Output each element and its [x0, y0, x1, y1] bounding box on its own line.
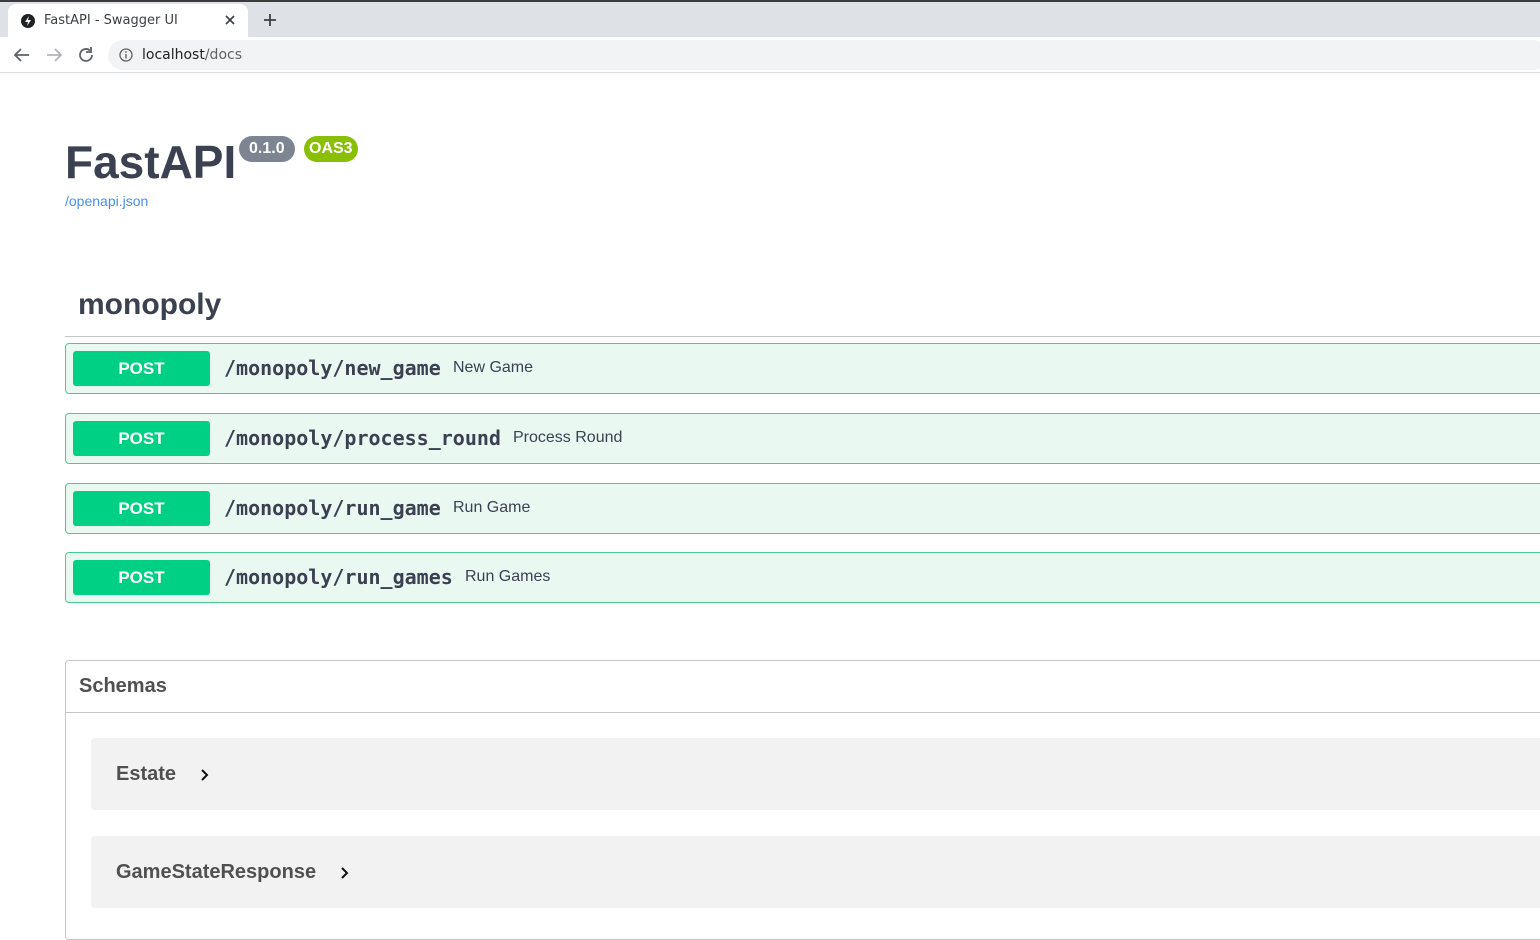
operation-run-game[interactable]: POST /monopoly/run_game Run Game	[65, 483, 1540, 534]
operation-summary: New Game	[453, 359, 534, 376]
site-info-icon[interactable]	[119, 48, 133, 62]
reload-icon[interactable]	[75, 44, 97, 66]
tab-title: FastAPI - Swagger UI	[44, 13, 178, 28]
browser-tab[interactable]: FastAPI - Swagger UI	[8, 4, 248, 37]
model-estate[interactable]: Estate	[91, 738, 1540, 810]
method-badge: POST	[73, 491, 210, 526]
back-arrow-icon[interactable]	[11, 44, 33, 66]
operation-path: /monopoly/process_round	[224, 426, 501, 450]
operation-run-games[interactable]: POST /monopoly/run_games Run Games	[65, 552, 1540, 603]
method-badge: POST	[73, 560, 210, 595]
fastapi-favicon-icon	[21, 14, 35, 28]
forward-arrow-icon[interactable]	[43, 44, 65, 66]
close-tab-icon[interactable]	[222, 12, 238, 28]
model-name: Estate	[116, 763, 177, 785]
version-badge: 0.1.0	[239, 136, 295, 162]
browser-tab-bar: FastAPI - Swagger UI	[0, 0, 1540, 37]
address-bar[interactable]: localhost/docs	[108, 40, 1540, 70]
operation-summary: Run Games	[465, 568, 551, 585]
operation-process-round[interactable]: POST /monopoly/process_round Process Rou…	[65, 413, 1540, 464]
model-name: GameStateResponse	[116, 861, 317, 883]
operation-summary: Process Round	[513, 429, 623, 446]
schemas-section: Schemas Estate GameStateResponse	[65, 660, 1540, 940]
operation-path: /monopoly/run_game	[224, 496, 441, 520]
operation-new-game[interactable]: POST /monopoly/new_game New Game	[65, 343, 1540, 394]
openapi-json-link[interactable]: /openapi.json	[65, 193, 148, 209]
schemas-header[interactable]: Schemas	[66, 661, 1540, 713]
method-badge: POST	[73, 351, 210, 386]
oas-badge: OAS3	[304, 136, 358, 162]
operation-path: /monopoly/new_game	[224, 356, 441, 380]
new-tab-icon[interactable]	[260, 10, 280, 30]
api-title: FastAPI	[65, 136, 237, 188]
url-text: localhost/docs	[142, 47, 242, 63]
browser-toolbar: localhost/docs	[0, 37, 1540, 73]
chevron-right-icon	[198, 768, 212, 782]
operation-summary: Run Game	[453, 499, 531, 516]
model-gamestateresponse[interactable]: GameStateResponse	[91, 836, 1540, 908]
method-badge: POST	[73, 421, 210, 456]
operation-path: /monopoly/run_games	[224, 565, 453, 589]
schemas-title: Schemas	[79, 675, 167, 697]
url-path: /docs	[204, 47, 243, 63]
chevron-right-icon	[338, 866, 352, 880]
tag-section-header[interactable]: monopoly	[65, 284, 1540, 337]
tag-title: monopoly	[78, 288, 222, 321]
url-host: localhost	[142, 47, 205, 63]
